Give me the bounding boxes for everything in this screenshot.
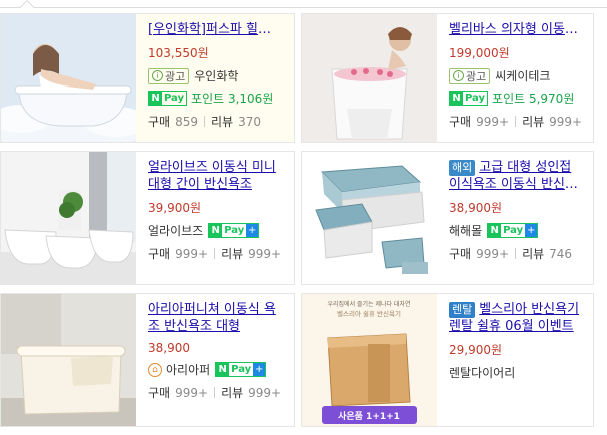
product-title-link[interactable]: 벨리바스 의자형 이동식 반신욕조 — [449, 21, 583, 38]
review-count: 999+ — [248, 385, 282, 400]
product-thumbnail[interactable] — [1, 152, 136, 284]
top-divider — [0, 0, 607, 8]
review-count: 999+ — [549, 114, 583, 129]
purchase-label: 구매 — [449, 247, 472, 261]
info-icon: i — [152, 70, 163, 81]
product-title[interactable]: 렌탈 벨스리아 반신욕기렌탈 쉴휴 06월 이벤트 — [449, 301, 583, 335]
info-icon: i — [453, 70, 464, 81]
wooden-bath-image: 우리집에서 즐기는 제나다 대자연 벨스리아 쉴휴 반신욕기 사은품 1+1+1 — [302, 294, 437, 426]
purchase-label: 구매 — [449, 115, 472, 129]
product-thumbnail[interactable] — [1, 14, 136, 142]
purchase-count: 859 — [175, 114, 198, 129]
product-title-link[interactable]: [우인화학]퍼스파 힐링 이동식 반신욕조 — [148, 21, 282, 38]
purchase-label: 구매 — [148, 115, 171, 129]
gift-banner: 사은품 1+1+1 — [338, 410, 400, 422]
review-label[interactable]: 리뷰 — [522, 245, 544, 262]
product-grid: [우인화학]퍼스파 힐링 이동식 반신욕조 103,550원 i광고 우인화학 … — [0, 13, 600, 427]
product-card[interactable]: [우인화학]퍼스파 힐링 이동식 반신욕조 103,550원 i광고 우인화학 … — [0, 13, 295, 143]
product-price: 38,900 — [148, 341, 190, 355]
white-bathtubs-image — [1, 152, 136, 284]
seller-name[interactable]: 해해몰 — [449, 222, 482, 239]
overseas-tag: 해외 — [449, 159, 476, 176]
seller-name[interactable]: 렌탈다이어리 — [449, 364, 515, 381]
product-card[interactable]: 아리아퍼니쳐 이동식 욕조 반신욕조 대형 38,900 ⌂ 아리아퍼 N Pay… — [0, 293, 295, 427]
purchase-count: 999+ — [175, 246, 209, 261]
review-count: 370 — [238, 114, 261, 129]
purchase-label: 구매 — [148, 386, 171, 400]
cream-bathtub-image — [1, 294, 136, 426]
npay-badge: N Pay + — [208, 223, 260, 238]
seller-name[interactable]: 우인화학 — [194, 67, 238, 84]
rental-tag: 렌탈 — [449, 301, 476, 318]
product-thumbnail[interactable]: 우리집에서 즐기는 제나다 대자연 벨스리아 쉴휴 반신욕기 사은품 1+1+1 — [302, 294, 437, 426]
review-label[interactable]: 리뷰 — [221, 384, 243, 401]
review-count: 746 — [549, 246, 573, 261]
product-price: 29,900원 — [449, 343, 503, 357]
npay-badge: N Pay + — [487, 223, 539, 238]
review-label[interactable]: 리뷰 — [211, 113, 233, 130]
points-text: 포인트 3,106원 — [191, 92, 274, 106]
purchase-count: 999+ — [476, 246, 510, 261]
npay-badge: N Pay — [148, 91, 188, 106]
product-card[interactable]: 벨리바스 의자형 이동식 반신욕조 199,000원 i광고 씨케이테크 NPa… — [301, 13, 594, 143]
product-title-link[interactable]: 아리아퍼니쳐 이동식 욕조 반신욕조 대형 — [148, 301, 282, 335]
seller-name[interactable]: 얼라이브즈 — [148, 222, 203, 239]
divider — [214, 387, 216, 398]
seller-name[interactable]: 씨케이테크 — [495, 67, 550, 84]
review-label[interactable]: 리뷰 — [522, 113, 544, 130]
seller-name[interactable]: 아리아퍼 — [166, 361, 210, 378]
product-title-link[interactable]: 얼라이브즈 이동식 미니 대형 간이 반신욕조 — [148, 159, 282, 193]
bathtub-woman-image — [1, 14, 136, 142]
product-thumbnail[interactable] — [1, 294, 136, 426]
ad-badge[interactable]: i 광고 — [148, 67, 190, 84]
seated-bathtub-image — [302, 14, 437, 142]
product-card[interactable]: 우리집에서 즐기는 제나다 대자연 벨스리아 쉴휴 반신욕기 사은품 1+1+1… — [301, 293, 594, 427]
divider — [515, 248, 517, 259]
product-price: 38,900원 — [449, 201, 503, 215]
points-text: 포인트 5,970원 — [492, 92, 575, 106]
review-count: 999+ — [248, 246, 282, 261]
purchase-label: 구매 — [148, 247, 171, 261]
product-title[interactable]: 해외고급 대형 성인접이식욕조 이동식 반신욕조 — [449, 159, 583, 193]
purchase-count: 999+ — [476, 114, 510, 129]
product-thumbnail[interactable] — [302, 152, 437, 284]
review-label[interactable]: 리뷰 — [221, 245, 243, 262]
purchase-count: 999+ — [175, 385, 209, 400]
image-caption-top: 우리집에서 즐기는 제나다 대자연 — [327, 300, 410, 308]
foldable-bathtub-image — [302, 152, 437, 284]
divider — [204, 116, 205, 127]
product-price: 103,550원 — [148, 46, 209, 60]
npay-badge: N Pay — [449, 91, 489, 106]
npay-badge: N Pay + — [215, 362, 267, 377]
product-price: 199,000원 — [449, 46, 510, 60]
home-icon: ⌂ — [148, 362, 162, 377]
divider — [214, 248, 216, 259]
product-price: 39,900원 — [148, 201, 202, 215]
image-caption-mid: 벨스리아 쉴휴 반신욕기 — [337, 309, 401, 318]
product-card[interactable]: 얼라이브즈 이동식 미니 대형 간이 반신욕조 39,900원 얼라이브즈 NP… — [0, 151, 295, 285]
product-card[interactable]: 해외고급 대형 성인접이식욕조 이동식 반신욕조 38,900원 해해몰 NPa… — [301, 151, 594, 285]
product-thumbnail[interactable] — [302, 14, 437, 142]
divider — [515, 116, 517, 127]
ad-badge[interactable]: i 광고 — [449, 67, 491, 84]
